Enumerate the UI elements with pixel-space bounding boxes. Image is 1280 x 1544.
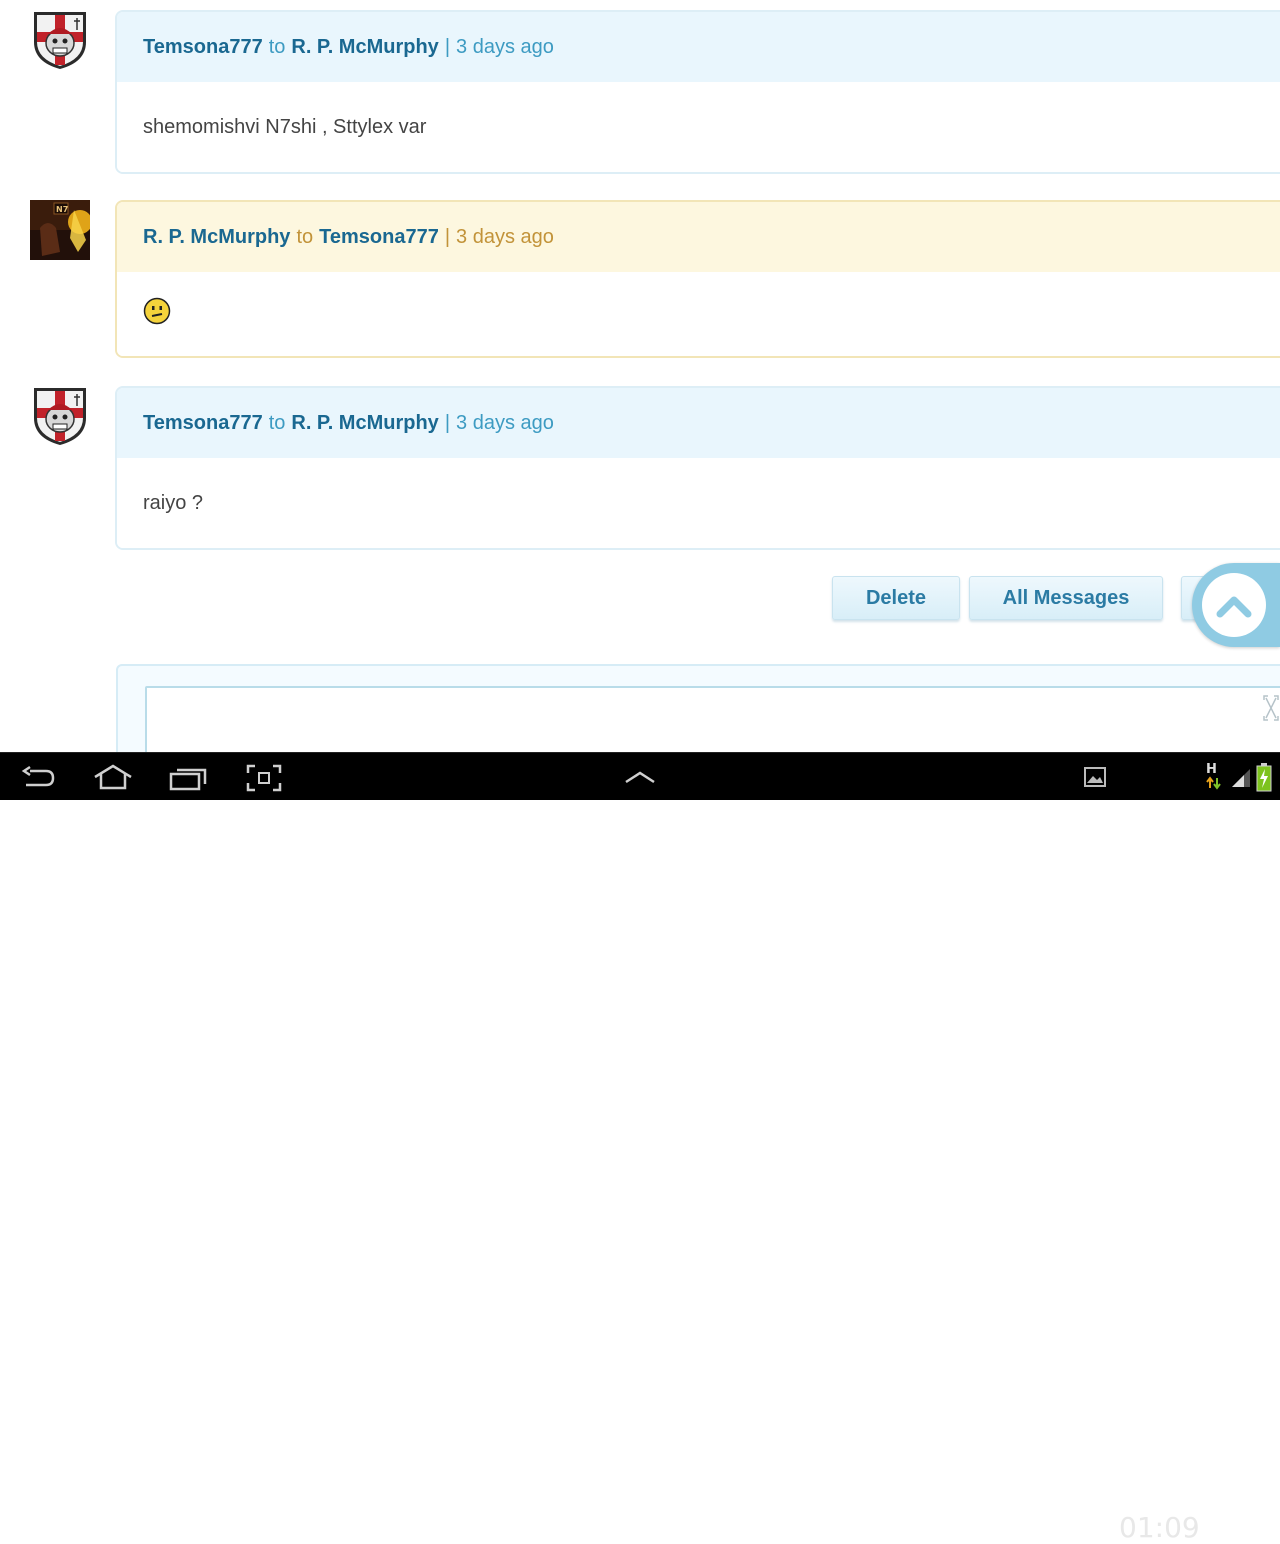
- all-messages-button[interactable]: All Messages: [969, 576, 1163, 620]
- system-navigation-bar: 01:09 H: [0, 752, 1280, 1544]
- avatar-temsona777[interactable]: [30, 10, 90, 70]
- back-icon[interactable]: [20, 765, 56, 791]
- data-arrows-icon: [1206, 776, 1221, 790]
- sender-link[interactable]: Temsona777: [143, 412, 263, 435]
- message-card: Temsona777 to R. P. McMurphy | 3 days ag…: [115, 10, 1280, 174]
- chevron-up-icon[interactable]: [622, 769, 658, 785]
- network-type-icon: H: [1206, 763, 1222, 793]
- timestamp: 3 days ago: [456, 225, 554, 248]
- separator: |: [444, 225, 451, 248]
- delete-button[interactable]: Delete: [832, 576, 960, 620]
- battery-charging-icon: [1256, 763, 1272, 792]
- message-text: raiyo ?: [143, 491, 204, 514]
- home-icon[interactable]: [92, 763, 134, 791]
- to-label: to: [268, 35, 286, 58]
- message-card: R. P. McMurphy to Temsona777 | 3 days ag…: [115, 200, 1280, 358]
- reply-textarea[interactable]: [145, 686, 1280, 752]
- status-clock: 01:09: [1119, 1511, 1200, 1544]
- sender-link[interactable]: Temsona777: [143, 36, 263, 59]
- message-header: R. P. McMurphy to Temsona777 | 3 days ag…: [117, 202, 1280, 272]
- separator: |: [444, 35, 451, 58]
- recent-apps-icon[interactable]: [168, 765, 208, 791]
- message-body: shemomishvi N7shi , Sttylex var: [117, 82, 1280, 172]
- message-text: shemomishvi N7shi , Sttylex var: [143, 115, 427, 138]
- message-card: Temsona777 to R. P. McMurphy | 3 days ag…: [115, 386, 1280, 550]
- conversation-view: Temsona777 to R. P. McMurphy | 3 days ag…: [0, 0, 1280, 752]
- expand-icon[interactable]: [1262, 694, 1280, 722]
- screenshot-icon[interactable]: [246, 764, 282, 792]
- to-label: to: [268, 411, 286, 434]
- message-body: [117, 272, 1280, 356]
- timestamp: 3 days ago: [456, 35, 554, 58]
- scroll-to-top-button[interactable]: [1192, 563, 1280, 647]
- message-header: Temsona777 to R. P. McMurphy | 3 days ag…: [117, 12, 1280, 82]
- recipient-link[interactable]: R. P. McMurphy: [291, 412, 438, 435]
- recipient-link[interactable]: R. P. McMurphy: [291, 36, 438, 59]
- avatar-rp-mcmurphy[interactable]: N7: [30, 200, 90, 260]
- message-header: Temsona777 to R. P. McMurphy | 3 days ag…: [117, 388, 1280, 458]
- signal-strength-icon: [1232, 769, 1250, 787]
- avatar-temsona777[interactable]: [30, 386, 90, 446]
- timestamp: 3 days ago: [456, 411, 554, 434]
- separator: |: [444, 411, 451, 434]
- chevron-up-icon: [1216, 596, 1252, 618]
- to-label: to: [296, 225, 314, 248]
- confused-smiley-icon: [143, 297, 171, 331]
- reply-panel: [116, 664, 1280, 752]
- recipient-link[interactable]: Temsona777: [319, 226, 439, 249]
- scroll-to-top-circle: [1202, 573, 1266, 637]
- sender-link[interactable]: R. P. McMurphy: [143, 226, 290, 249]
- message-body: raiyo ?: [117, 458, 1280, 548]
- svg-text:N7: N7: [56, 205, 68, 214]
- network-type-label: H: [1206, 762, 1217, 777]
- gallery-notification-icon: [1084, 767, 1106, 787]
